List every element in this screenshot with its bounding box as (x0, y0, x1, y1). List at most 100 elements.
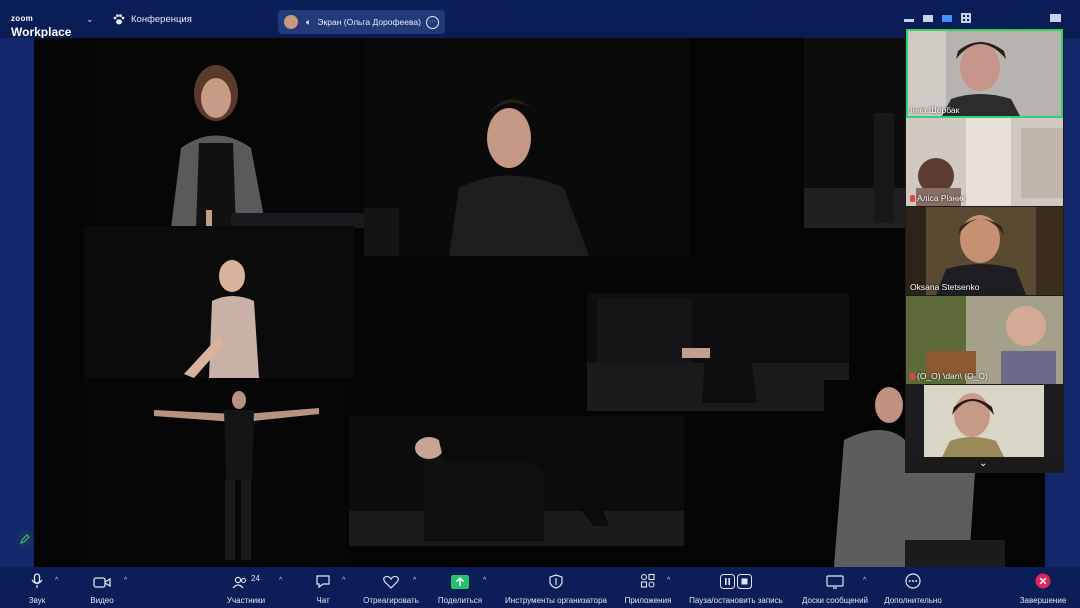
performer-figure (905, 472, 1005, 567)
participant-tile[interactable]: Oksana Stetsenko (906, 207, 1063, 295)
microphone-icon (20, 567, 54, 589)
stage-prop (804, 113, 905, 228)
whiteboards-button[interactable]: Доски сообщений (797, 567, 873, 608)
participant-name: Oksana Stetsenko (910, 282, 979, 292)
whiteboard-icon (797, 567, 873, 589)
record-controls-button[interactable]: Пауза/остановить запись (686, 567, 786, 608)
end-meeting-label: Завершение (1019, 596, 1067, 605)
participant-name: (O_O) \dan\ (O_O) (910, 371, 988, 381)
whiteboards-label: Доски сообщений (801, 596, 868, 605)
participants-button[interactable]: 24 Участники (220, 567, 272, 608)
more-dots-icon (880, 567, 946, 589)
participant-name: Аліса Різник (910, 193, 965, 203)
more-label: Дополнительно (884, 596, 942, 605)
react-button[interactable]: Отреагировать (360, 567, 422, 608)
share-screen-icon (434, 567, 486, 589)
participant-name-text: Інна Щербак (910, 105, 960, 115)
meeting-info[interactable]: Конференция (113, 14, 192, 25)
video-collage-tile (824, 380, 905, 567)
chat-label: Чат (316, 596, 330, 605)
video-collage-tile (84, 380, 346, 567)
annotate-pen-icon[interactable] (16, 530, 34, 548)
chat-options-caret-icon[interactable]: ^ (342, 577, 345, 584)
chat-icon (308, 567, 338, 589)
gallery-view-icon[interactable] (961, 13, 971, 23)
participant-tile[interactable]: Інна Щербак (906, 29, 1063, 118)
participant-video-panel: Інна Щербак Аліса Різник Oksana Stetsenk… (905, 28, 1064, 473)
view-switcher (904, 13, 1061, 23)
paw-icon (113, 14, 125, 25)
shield-icon (500, 567, 612, 589)
participant-tile[interactable]: (O_O) \dan\ (O_O) (906, 296, 1063, 384)
pen-icon-shape (20, 534, 30, 544)
close-icon (1016, 567, 1070, 589)
chevron-down-icon[interactable]: ⌄ (86, 14, 94, 25)
share-options-caret-icon[interactable]: ^ (483, 577, 486, 584)
video-collage-tile (84, 226, 354, 378)
audio-label: Звук (28, 596, 46, 605)
performer-figure (184, 260, 259, 378)
share-label: Экран (Ольга Дорофеева) (317, 17, 421, 27)
more-options-icon[interactable]: ··· (426, 15, 439, 29)
performer-figure (349, 437, 684, 546)
react-label: Отреагировать (363, 596, 419, 605)
performer-figure (154, 391, 319, 560)
participants-options-caret-icon[interactable]: ^ (279, 577, 282, 584)
apps-button[interactable]: Приложения (620, 567, 676, 608)
video-label: Видео (90, 596, 114, 605)
participants-count: 24 (251, 574, 260, 583)
chat-button[interactable]: Чат (308, 567, 338, 608)
whiteboards-options-caret-icon[interactable]: ^ (863, 577, 866, 584)
video-collage-tile (804, 38, 905, 228)
muted-mic-icon (910, 372, 915, 380)
host-tools-button[interactable]: Инструменты организатора (500, 567, 612, 608)
participant-tile[interactable]: Аліса Різник (906, 118, 1063, 206)
audio-button[interactable]: Звук (20, 567, 54, 608)
share-label: Поделиться (437, 596, 483, 605)
host-tools-label: Инструменты организатора (505, 596, 607, 605)
side-by-side-icon[interactable] (1050, 14, 1061, 22)
scroll-down-chevron-icon[interactable]: ⌄ (979, 458, 987, 469)
shared-screen (34, 38, 905, 567)
video-collage-tile (96, 38, 376, 228)
more-button[interactable]: Дополнительно (880, 567, 946, 608)
screen-share-indicator[interactable]: 🔈︎ Экран (Ольга Дорофеева) ··· (278, 10, 445, 34)
muted-mic-icon (910, 194, 915, 202)
left-frame (0, 38, 34, 567)
apps-label: Приложения (624, 596, 672, 605)
logo-line-1: zoom (11, 14, 34, 23)
end-meeting-button[interactable]: Завершение (1016, 567, 1070, 608)
video-options-caret-icon[interactable]: ^ (124, 577, 127, 584)
pause-stop-icon (686, 567, 786, 589)
video-collage-tile (364, 38, 689, 256)
zoom-logo[interactable]: zoom Workplace (11, 9, 72, 39)
participant-name: Інна Щербак (910, 105, 959, 115)
performer-figure (171, 65, 376, 228)
share-button[interactable]: Поделиться (434, 567, 486, 608)
participant-name-text: (O_O) \dan\ (O_O) (917, 371, 988, 381)
audio-options-caret-icon[interactable]: ^ (55, 577, 58, 584)
strip-view-icon[interactable] (942, 14, 952, 22)
shared-screen-overflow (905, 472, 1045, 567)
video-button[interactable]: Видео (84, 567, 120, 608)
participant-name-text: Oksana Stetsenko (910, 282, 980, 292)
participant-name-text: Аліса Різник (917, 193, 966, 203)
meeting-label: Конференция (131, 14, 192, 25)
apps-options-caret-icon[interactable]: ^ (667, 577, 670, 584)
sharer-avatar (284, 15, 298, 29)
performer-figure (587, 298, 849, 411)
participant-tile[interactable] (906, 385, 1063, 457)
speaker-icon: 🔈︎ (306, 16, 312, 27)
logo-line-2: Workplace (11, 25, 72, 39)
react-options-caret-icon[interactable]: ^ (413, 577, 416, 584)
speaker-view-icon[interactable] (923, 14, 933, 22)
video-collage-tile (587, 293, 849, 411)
performer-figure (834, 387, 905, 567)
meeting-toolbar: Звук ^ Видео ^ 24 Участники ^ Чат ^ Отре… (0, 567, 1080, 608)
participants-icon: 24 (220, 567, 272, 589)
video-collage-tile (349, 416, 684, 546)
participant-video (906, 385, 1063, 457)
minimize-view-icon[interactable] (904, 18, 914, 22)
camera-icon (84, 567, 120, 589)
performer-figure (364, 99, 589, 256)
